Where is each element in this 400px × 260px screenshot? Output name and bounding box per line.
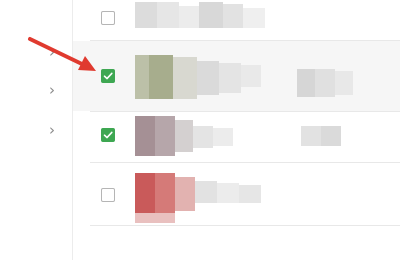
- chevron-right-icon[interactable]: ›: [46, 123, 58, 138]
- row-checkbox-checked[interactable]: [101, 69, 115, 83]
- list-item[interactable]: [73, 0, 400, 40]
- row-checkbox-checked[interactable]: [101, 128, 115, 142]
- pixelated-content: [301, 126, 341, 146]
- chevron-right-icon[interactable]: ›: [46, 83, 58, 98]
- pixelated-content: [297, 69, 353, 97]
- pixelated-content: [135, 55, 265, 99]
- pixelated-content: [135, 2, 275, 28]
- list-item-selected[interactable]: [73, 41, 400, 111]
- sidebar: › › ›: [0, 0, 73, 260]
- chevron-right-icon[interactable]: ›: [46, 45, 58, 60]
- checkmark-icon: [103, 72, 113, 80]
- pixelated-content: [135, 173, 280, 223]
- pixelated-content: [135, 116, 235, 156]
- row-checkbox[interactable]: [101, 11, 115, 25]
- checkmark-icon: [103, 131, 113, 139]
- list-item[interactable]: [73, 112, 400, 162]
- list-item[interactable]: [73, 163, 400, 225]
- row-checkbox[interactable]: [101, 188, 115, 202]
